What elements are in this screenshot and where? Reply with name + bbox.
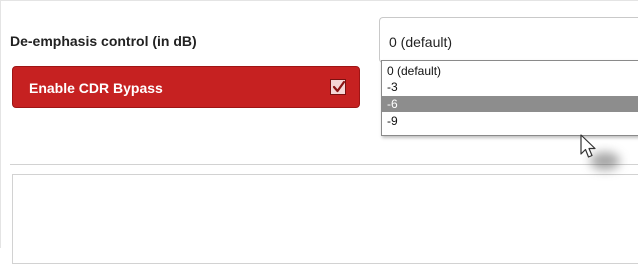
de-emphasis-label: De-emphasis control (in dB) — [10, 33, 197, 49]
checkmark-icon — [332, 80, 346, 93]
dropdown-option-0-default[interactable]: 0 (default) — [382, 63, 638, 79]
enable-cdr-bypass-toggle[interactable]: Enable CDR Bypass — [12, 66, 360, 108]
select-current-value: 0 (default) — [389, 34, 453, 50]
content-panel — [12, 174, 638, 264]
dropdown-option-minus-6[interactable]: -6 — [382, 96, 638, 112]
dropdown-option-minus-9[interactable]: -9 — [382, 113, 638, 129]
mouse-pointer-icon — [580, 134, 596, 158]
section-divider — [10, 164, 638, 165]
panel-border-top — [0, 0, 638, 1]
cdr-bypass-checkbox[interactable] — [330, 79, 346, 95]
de-emphasis-dropdown-list[interactable]: 0 (default) -3 -6 -9 — [381, 60, 638, 136]
dropdown-option-minus-3[interactable]: -3 — [382, 79, 638, 95]
panel-border-left — [0, 0, 1, 248]
de-emphasis-select[interactable]: 0 (default) — [379, 17, 638, 63]
enable-cdr-bypass-label: Enable CDR Bypass — [29, 80, 163, 96]
